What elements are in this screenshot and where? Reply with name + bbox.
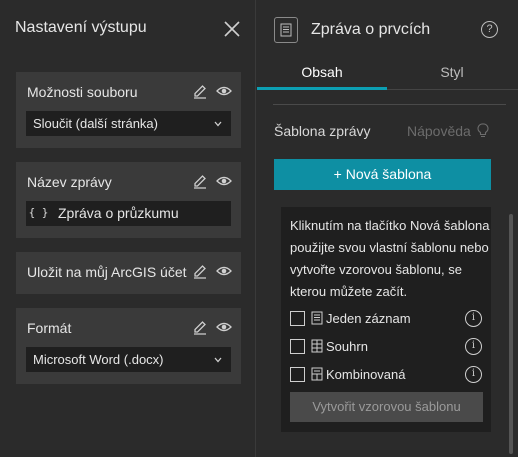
feature-report-header: Zpráva o prvcích ? — [257, 0, 518, 56]
select-value: Microsoft Word (.docx) — [33, 352, 164, 367]
pencil-icon[interactable] — [192, 173, 208, 189]
eye-icon[interactable] — [216, 263, 232, 279]
card-title: Název zprávy — [27, 174, 112, 190]
chevron-down-icon — [214, 357, 222, 363]
info-text: Kliknutím na tlačítko Nová šablona použi… — [290, 218, 490, 299]
card-title: Uložit na můj ArcGIS účet — [27, 264, 187, 280]
pencil-icon[interactable] — [192, 263, 208, 279]
eye-icon[interactable] — [216, 83, 232, 99]
new-template-button[interactable]: + Nová šablona — [274, 159, 491, 190]
report-name-input[interactable]: { } Zpráva o průzkumu — [26, 201, 231, 226]
expression-prefix[interactable]: { } — [26, 201, 51, 226]
file-options-card: Možnosti souboru Sloučit (další stránka) — [16, 72, 241, 148]
option-summary: Souhrn i — [290, 337, 485, 357]
help-icon[interactable]: ? — [481, 21, 498, 38]
format-card: Formát Microsoft Word (.docx) — [16, 308, 241, 384]
scrollbar[interactable] — [509, 214, 513, 454]
pencil-icon[interactable] — [192, 83, 208, 99]
file-options-select[interactable]: Sloučit (další stránka) — [26, 111, 231, 136]
panel-title: Zpráva o prvcích — [311, 21, 431, 38]
eye-icon[interactable] — [216, 319, 232, 335]
output-settings-panel: Nastavení výstupu Možnosti souboru Slouč… — [0, 0, 256, 457]
card-title: Možnosti souboru — [27, 84, 138, 100]
template-info-box: Kliknutím na tlačítko Nová šablona použi… — [281, 207, 491, 432]
combined-report-icon — [311, 367, 323, 381]
option-label: Souhrn — [326, 339, 368, 354]
combined-checkbox[interactable] — [290, 367, 305, 382]
feature-report-panel: Zpráva o prvcích ? Obsah Styl Šablona zp… — [257, 0, 518, 457]
option-combined: Kombinovaná i — [290, 365, 485, 385]
summary-checkbox[interactable] — [290, 339, 305, 354]
tab-content[interactable]: Obsah — [257, 56, 387, 90]
output-settings-header: Nastavení výstupu — [0, 0, 256, 56]
help-link[interactable]: Nápověda — [407, 123, 471, 139]
lightbulb-icon[interactable] — [477, 123, 489, 139]
info-icon[interactable]: i — [465, 366, 482, 383]
document-icon — [274, 17, 298, 43]
tab-bar: Obsah Styl — [257, 56, 518, 90]
close-icon[interactable] — [221, 18, 243, 40]
chevron-down-icon — [214, 121, 222, 127]
single-record-checkbox[interactable] — [290, 311, 305, 326]
eye-icon[interactable] — [216, 173, 232, 189]
option-label: Jeden záznam — [326, 311, 411, 326]
info-icon[interactable]: i — [465, 338, 482, 355]
option-single-record: Jeden záznam i — [290, 309, 485, 329]
document-icon — [311, 311, 323, 325]
create-sample-template-button[interactable]: Vytvořit vzorovou šablonu — [290, 392, 483, 422]
panel-title: Nastavení výstupu — [15, 19, 147, 36]
report-name-card: Název zprávy { } Zpráva o průzkumu — [16, 162, 241, 238]
info-icon[interactable]: i — [465, 310, 482, 327]
template-label: Šablona zprávy — [274, 123, 371, 139]
input-value: Zpráva o průzkumu — [58, 205, 179, 221]
pencil-icon[interactable] — [192, 319, 208, 335]
card-title: Formát — [27, 320, 72, 336]
tab-style[interactable]: Styl — [387, 56, 517, 90]
divider — [273, 104, 506, 105]
save-to-account-card: Uložit na můj ArcGIS účet — [16, 252, 241, 294]
format-select[interactable]: Microsoft Word (.docx) — [26, 347, 231, 372]
table-icon — [311, 339, 323, 353]
select-value: Sloučit (další stránka) — [33, 116, 158, 131]
option-label: Kombinovaná — [326, 367, 406, 382]
